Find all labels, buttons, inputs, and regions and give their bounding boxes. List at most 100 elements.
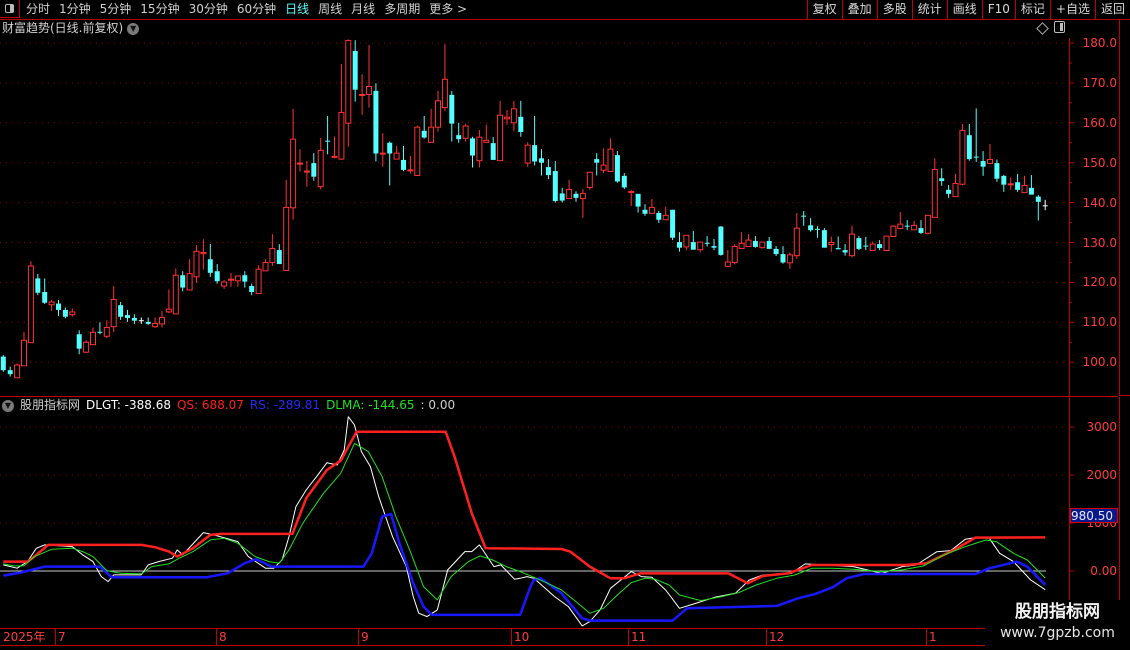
dlma-value: DLMA: -144.65: [326, 398, 415, 412]
candle-body-down: [1015, 182, 1021, 190]
candle-body-down: [711, 246, 717, 248]
candle-body-up: [890, 225, 897, 238]
candle-body-up: [83, 341, 90, 353]
price-axis-label: 160.0: [1082, 115, 1117, 130]
month-tick: [55, 629, 56, 645]
candle-body-down: [421, 130, 427, 138]
watermark: 股朋指标网 www.7gpzb.com: [985, 600, 1130, 650]
candle-body-down: [207, 259, 213, 273]
candle-body-down: [801, 215, 807, 217]
candle-body-down: [863, 245, 869, 247]
candle-body-down: [490, 143, 496, 160]
candle-body-down: [552, 171, 558, 202]
candle-body-down: [35, 278, 41, 293]
price-axis-label: 120.0: [1082, 275, 1117, 290]
candle-body-up: [869, 243, 876, 251]
candle-body-down: [125, 315, 130, 318]
candle-body-up: [786, 254, 793, 264]
candle-body-down: [56, 303, 61, 310]
indicator-legend: ▼ 股朋指标网 DLGT: -388.68 QS: 688.07 RS: -28…: [2, 398, 455, 413]
candle-body-up: [759, 241, 766, 249]
candle-body-up: [586, 171, 593, 188]
candle-body-up: [897, 223, 904, 230]
candle-body-down: [118, 305, 124, 317]
candle-body-up: [414, 126, 421, 176]
candle-body-down: [352, 50, 358, 90]
series-dlma-line: [3, 442, 1046, 614]
series-dlgt-line: [3, 416, 1046, 627]
candle-body-down: [1042, 205, 1048, 207]
watermark-name: 股朋指标网: [1015, 602, 1100, 622]
candle-body-down: [276, 250, 282, 265]
month-label: 12: [769, 630, 785, 644]
month-label: 1: [929, 630, 937, 644]
candle-body-down: [539, 158, 544, 163]
candle-body-up: [435, 100, 441, 128]
candle-body-up: [14, 364, 21, 379]
candle-body-down: [518, 116, 524, 132]
candle-body-down: [635, 193, 641, 207]
price-axis-label: 130.0: [1082, 235, 1117, 250]
month-label: 10: [514, 630, 530, 644]
candle-body-up: [524, 144, 531, 164]
candle-body-down: [138, 320, 144, 322]
candle-body-up: [283, 206, 290, 271]
candle-body-down: [214, 271, 220, 282]
candle-body-down: [180, 275, 186, 288]
month-tick: [511, 629, 512, 645]
candle-body-up: [221, 281, 228, 287]
candle-body-down: [994, 163, 1000, 179]
month-label: 7: [58, 630, 66, 644]
chevron-down-icon[interactable]: ▼: [2, 399, 14, 412]
candle-body-up: [683, 234, 690, 248]
candle-body-down: [401, 159, 406, 170]
candle-body-up: [269, 247, 276, 263]
candle-body-down: [131, 317, 137, 321]
candle-body-up: [262, 261, 269, 272]
indicator-axis-label: 0.00: [1090, 564, 1117, 578]
candle-body-up: [462, 125, 469, 139]
candle-body-up: [987, 159, 993, 164]
indicator-name[interactable]: 股朋指标网: [20, 398, 80, 413]
candle-body-up: [366, 85, 372, 95]
current-value-badge: 980.50: [1070, 508, 1118, 523]
candle-body-up: [110, 299, 117, 328]
candle-body-down: [980, 161, 986, 167]
candle-body-down: [545, 167, 551, 176]
candle-body-down: [387, 142, 393, 154]
candle-body-down: [614, 155, 620, 182]
chart-canvas[interactable]: [0, 0, 1130, 650]
candle-body-up: [1007, 183, 1014, 186]
candle-body-down: [456, 135, 462, 140]
series-rs-line: [3, 512, 1047, 622]
candle-body-down: [773, 248, 779, 255]
dlgt-value: DLGT: -388.68: [86, 398, 171, 412]
candle-body-up: [731, 245, 738, 263]
candle-body-up: [883, 235, 890, 251]
qs-value: QS: 688.07: [177, 398, 244, 412]
candle-body-down: [815, 228, 820, 230]
candle-body-down: [656, 212, 662, 220]
candle-body-down: [573, 193, 579, 198]
candle-body-up: [648, 206, 655, 214]
candle-body-down: [97, 331, 103, 333]
price-axis-label: 110.0: [1082, 315, 1117, 330]
candle-body-up: [911, 224, 918, 231]
month-tick: [216, 629, 217, 645]
price-axis-label: 140.0: [1082, 195, 1117, 210]
candle-body-up: [483, 139, 490, 143]
candle-body-up: [828, 242, 835, 245]
candle-body-up: [849, 233, 855, 257]
candle-body-down: [242, 275, 248, 282]
candle-body-down: [856, 238, 862, 249]
candle-body-up: [255, 268, 262, 295]
month-label: 9: [361, 630, 369, 644]
candle-body-down: [470, 138, 475, 156]
year-label: 2025年: [3, 630, 46, 644]
candle-body-up: [338, 111, 345, 160]
candle-body-up: [931, 168, 938, 218]
candle-body-up: [510, 108, 517, 124]
candle-body-up: [924, 214, 931, 234]
extra-value: : 0.00: [420, 398, 456, 412]
candle-body-up: [959, 129, 966, 185]
